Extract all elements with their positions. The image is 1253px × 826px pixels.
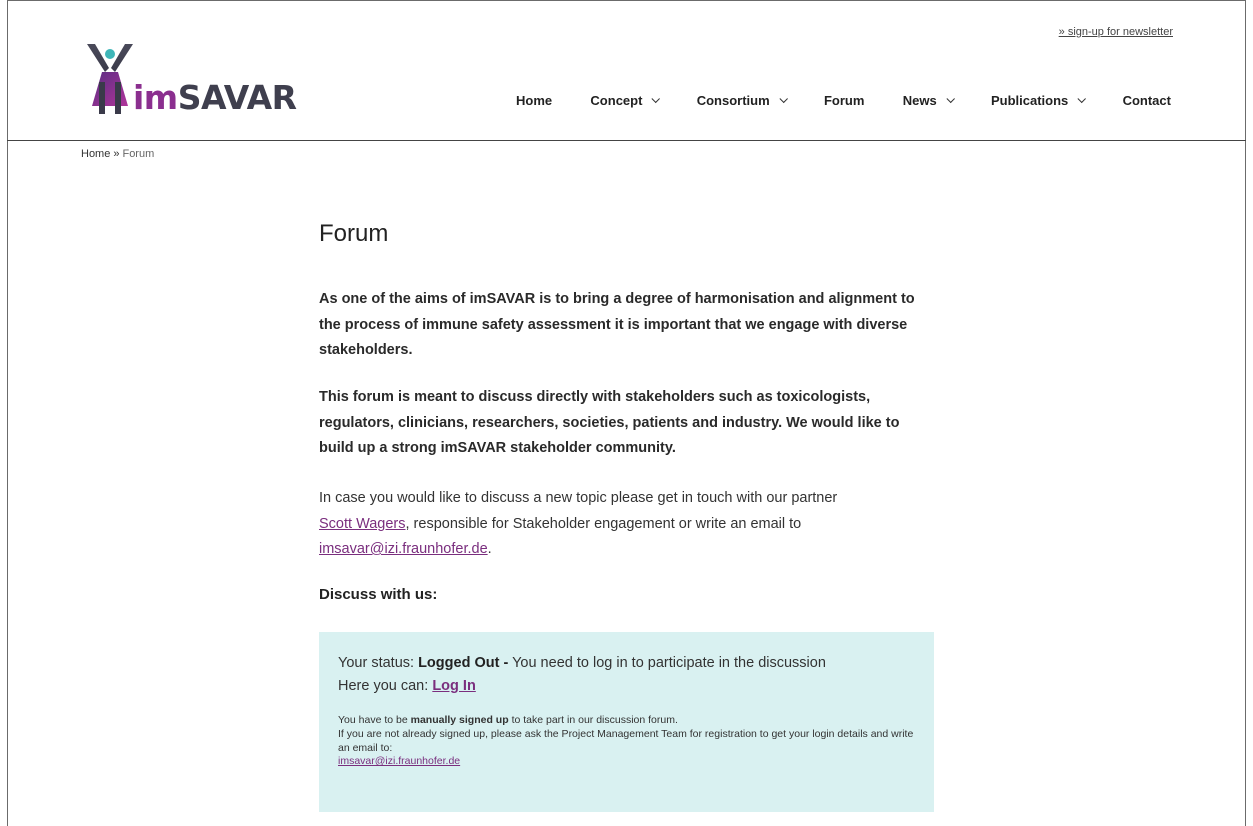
page-title: Forum [319,220,389,247]
login-line: Here you can: Log In [338,678,476,694]
chevron-down-icon [946,94,955,103]
discuss-heading: Discuss with us: [319,586,438,603]
imsavar-logo[interactable]: imSAVAR [83,42,297,118]
nav-concept[interactable]: Concept [590,93,661,108]
signup-note: You have to be manually signed up to tak… [338,714,914,768]
nav-contact[interactable]: Contact [1123,93,1171,108]
contact-email-link[interactable]: imsavar@izi.fraunhofer.de [319,541,488,557]
nav-consortium[interactable]: Consortium [697,93,788,108]
logo-wordmark: imSAVAR [133,78,297,117]
intro-paragraph-2: This forum is meant to discuss directly … [319,389,900,456]
signup-email-link[interactable]: imsavar@izi.fraunhofer.de [338,755,460,767]
main-navigation: Home Concept Consortium Forum News Publi… [516,93,1171,108]
nav-news[interactable]: News [903,93,955,108]
chevron-down-icon [779,94,788,103]
chevron-down-icon [651,94,661,103]
nav-home[interactable]: Home [516,93,552,108]
status-value: Logged Out - [418,655,509,671]
breadcrumb: Home» Forum [81,148,154,160]
nav-forum[interactable]: Forum [824,93,864,108]
status-line: Your status: Logged Out - You need to lo… [338,655,826,671]
newsletter-signup-link[interactable]: » sign-up for newsletter [1059,26,1173,38]
header-divider [7,140,1246,141]
scott-wagers-link[interactable]: Scott Wagers [319,516,406,532]
breadcrumb-current: Forum [122,148,155,160]
contact-paragraph: In case you would like to discuss a new … [319,490,838,557]
login-status-box: Your status: Logged Out - You need to lo… [319,632,934,812]
chevron-down-icon [1077,94,1087,103]
login-link[interactable]: Log In [432,678,476,694]
intro-paragraph-1: As one of the aims of imSAVAR is to brin… [319,291,915,358]
nav-publications[interactable]: Publications [991,93,1087,108]
breadcrumb-separator: » [113,148,120,160]
main-content: Forum As one of the aims of imSAVAR is t… [319,220,934,603]
breadcrumb-home[interactable]: Home [81,148,110,160]
